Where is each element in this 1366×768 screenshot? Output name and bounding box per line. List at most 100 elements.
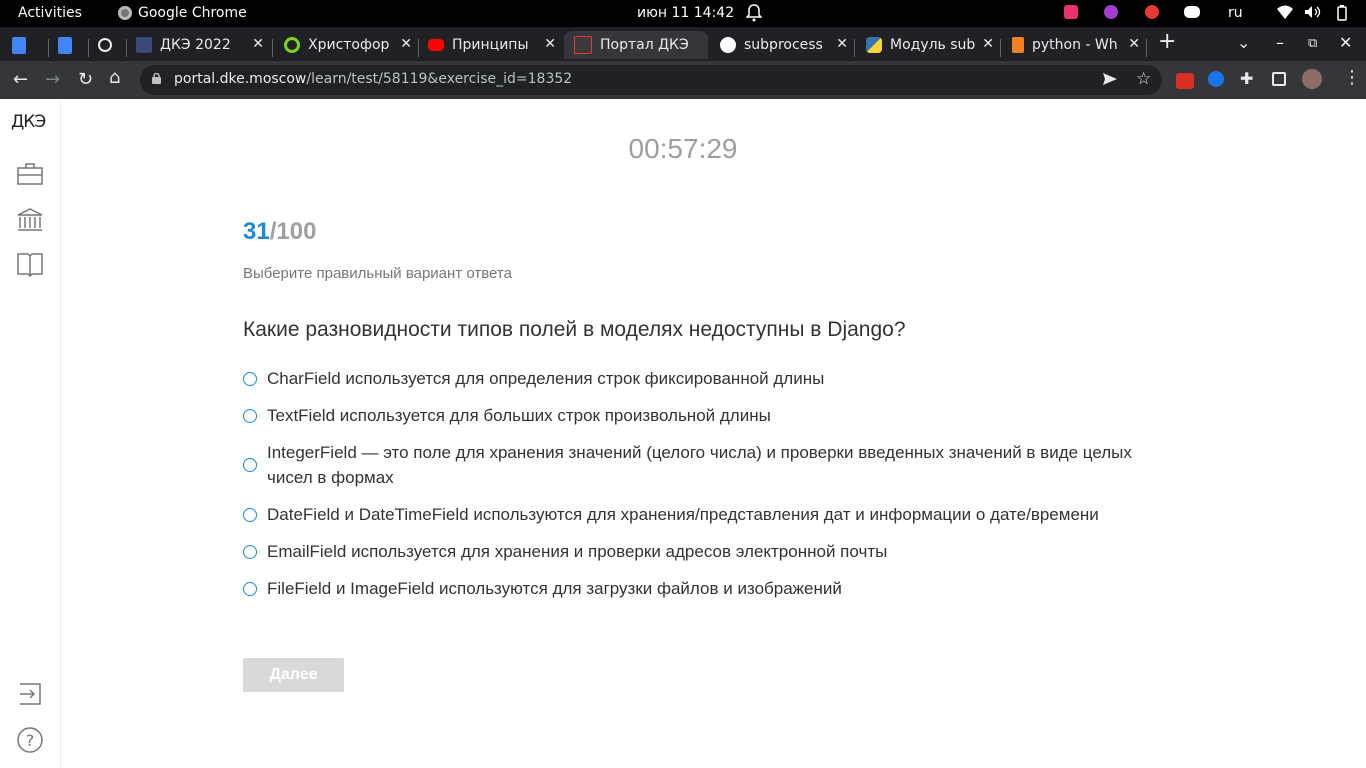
tab-module-sub[interactable]: Модуль sub ✕ <box>866 31 1000 59</box>
app-indicator-icon[interactable] <box>1145 5 1159 23</box>
reload-icon[interactable]: ↻ <box>78 69 93 90</box>
tab-principles[interactable]: Принципы ✕ <box>428 31 562 59</box>
url-path: /learn/test/58119&exercise_id=18352 <box>306 71 573 87</box>
extensions-puzzle-icon[interactable]: ✚ <box>1240 69 1253 88</box>
new-tab-button[interactable]: + <box>1158 29 1176 54</box>
power-icon[interactable] <box>1334 5 1350 25</box>
menu-kebab-icon[interactable]: ⋮ <box>1343 67 1361 88</box>
lock-icon <box>152 73 161 84</box>
radio-button[interactable] <box>243 581 257 596</box>
radio-button[interactable] <box>243 507 257 522</box>
app-indicator-icon[interactable] <box>1064 5 1078 23</box>
minimize-button[interactable]: – <box>1276 33 1284 52</box>
activities-button[interactable]: Activities <box>18 5 82 21</box>
chrome-icon <box>118 6 132 20</box>
bookmark-star-icon[interactable]: ☆ <box>1136 69 1151 89</box>
answer-label: CharField используется для определения с… <box>267 369 825 388</box>
extension-gmail-icon[interactable] <box>1176 73 1194 93</box>
answer-option[interactable]: FileField и ImageField используются для … <box>243 576 1143 601</box>
logo-text: ДКЭ <box>11 112 46 132</box>
browser-toolbar: ← → ↻ ⌂ portal.dke.moscow/learn/test/581… <box>0 61 1366 99</box>
link-icon <box>98 38 112 52</box>
logout-icon[interactable] <box>16 680 44 708</box>
tab-title: python - Wh <box>1032 37 1118 53</box>
svg-text:?: ? <box>26 731 35 750</box>
answer-options: CharField используется для определения с… <box>243 366 1143 613</box>
python-icon <box>866 37 882 53</box>
radio-button[interactable] <box>243 408 257 423</box>
answer-option[interactable]: EmailField используется для хранения и п… <box>243 539 1143 564</box>
discord-icon[interactable] <box>1184 5 1200 22</box>
answer-label: DateField и DateTimeField используются д… <box>267 505 1099 524</box>
home-icon[interactable]: ⌂ <box>109 67 120 88</box>
institution-icon[interactable] <box>16 206 44 234</box>
maximize-button[interactable]: ⧉ <box>1308 36 1317 51</box>
volume-icon[interactable] <box>1304 5 1322 23</box>
answer-label: FileField и ImageField используются для … <box>267 579 842 598</box>
close-icon[interactable]: ✕ <box>1128 36 1140 52</box>
test-timer: 00:57:29 <box>628 133 738 164</box>
next-button[interactable]: Далее <box>243 658 344 692</box>
tab-dke-2022[interactable]: ДКЭ 2022 ✕ <box>136 31 270 59</box>
tab-portal-dke[interactable]: Портал ДКЭ <box>564 31 708 59</box>
google-docs-icon <box>12 36 26 54</box>
app-indicator-icon[interactable] <box>1104 5 1118 23</box>
tab-hristofor[interactable]: Христофор ✕ <box>284 31 418 59</box>
tab-google-docs[interactable] <box>12 31 44 59</box>
tab-search-chevron-down-icon[interactable]: ⌄ <box>1237 33 1250 52</box>
radio-button[interactable] <box>243 371 257 386</box>
google-icon <box>720 37 736 53</box>
help-icon[interactable]: ? <box>16 726 44 754</box>
tab-title: Христофор <box>308 37 390 53</box>
clock[interactable]: июн 11 14:42 <box>637 5 734 21</box>
tab-link[interactable] <box>98 31 126 59</box>
close-icon[interactable]: ✕ <box>836 36 848 52</box>
stackoverflow-icon <box>1012 37 1024 53</box>
close-icon[interactable]: ✕ <box>252 36 264 52</box>
answer-option[interactable]: CharField используется для определения с… <box>243 366 1143 391</box>
wifi-icon[interactable] <box>1277 5 1293 23</box>
answer-label: TextField используется для больших строк… <box>267 406 771 425</box>
green-ring-icon <box>284 37 300 53</box>
tab-google-docs[interactable] <box>58 31 90 59</box>
youtube-icon <box>428 39 444 51</box>
answer-option[interactable]: DateField и DateTimeField используются д… <box>243 502 1143 527</box>
system-top-bar: Activities Google Chrome июн 11 14:42 ru <box>0 0 1366 27</box>
book-icon[interactable] <box>16 250 44 278</box>
total-questions: /100 <box>269 218 317 245</box>
dke-icon <box>136 37 152 53</box>
tab-strip: ДКЭ 2022 ✕ Христофор ✕ Принципы ✕ Портал… <box>0 27 1366 61</box>
question-counter: 31/100 <box>243 218 316 246</box>
address-bar[interactable]: portal.dke.moscow/learn/test/58119&exerc… <box>140 65 1162 95</box>
app-menu[interactable]: Google Chrome <box>118 5 247 21</box>
avatar[interactable] <box>1302 69 1322 93</box>
tab-subprocess[interactable]: subprocess ✕ <box>720 31 854 59</box>
answer-option[interactable]: IntegerField — это поле для хранения зна… <box>243 440 1143 490</box>
dke-logo[interactable]: ДКЭ <box>11 112 46 132</box>
radio-button[interactable] <box>243 458 257 472</box>
close-icon[interactable]: ✕ <box>544 36 556 52</box>
extension-infinity-icon[interactable] <box>1208 71 1224 91</box>
instruction-text: Выберите правильный вариант ответа <box>243 265 512 282</box>
close-icon[interactable]: ✕ <box>400 36 412 52</box>
notification-bell-icon[interactable] <box>746 4 762 22</box>
answer-option[interactable]: TextField используется для больших строк… <box>243 403 1143 428</box>
send-tab-icon[interactable] <box>1102 71 1118 87</box>
radio-button[interactable] <box>243 544 257 559</box>
url-text: portal.dke.moscow/learn/test/58119&exerc… <box>174 71 572 87</box>
answer-label: EmailField используется для хранения и п… <box>267 542 888 561</box>
tab-title: Портал ДКЭ <box>600 37 689 53</box>
tab-title: Принципы <box>452 37 529 53</box>
current-question-number: 31 <box>243 218 270 245</box>
question-text: Какие разновидности типов полей в моделя… <box>243 318 906 341</box>
side-panel-icon[interactable] <box>1272 71 1286 90</box>
tab-title: ДКЭ 2022 <box>160 37 231 53</box>
tab-python-stackoverflow[interactable]: python - Wh ✕ <box>1012 31 1146 59</box>
app-name: Google Chrome <box>138 5 247 21</box>
google-docs-icon <box>58 36 72 54</box>
back-arrow-icon[interactable]: ← <box>13 69 28 90</box>
keyboard-layout[interactable]: ru <box>1228 5 1243 21</box>
close-window-button[interactable]: ✕ <box>1339 33 1352 52</box>
close-icon[interactable]: ✕ <box>982 36 994 52</box>
forward-arrow-icon[interactable]: → <box>45 69 60 90</box>
